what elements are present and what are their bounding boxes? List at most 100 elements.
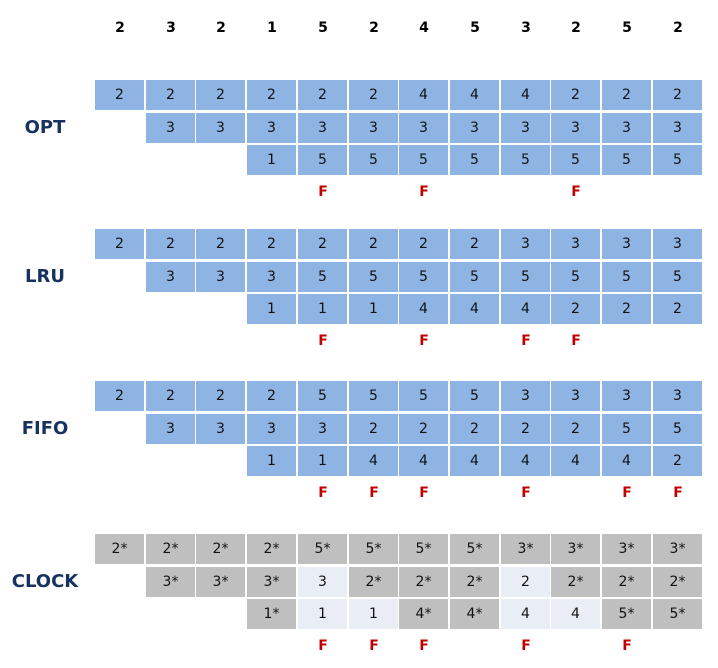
page-fault-marker: F: [521, 638, 531, 654]
frame-cell: 2: [602, 294, 651, 324]
frame-cell: 3: [653, 381, 702, 411]
frame-cell: 3: [298, 414, 347, 444]
frame-cell: 5: [551, 145, 600, 175]
page-fault-marker: F: [318, 184, 328, 200]
frame-cell: 5: [602, 262, 651, 292]
frame-cell: 4: [551, 599, 600, 629]
reference-page: 2: [216, 20, 226, 36]
frame-cell: 2: [551, 414, 600, 444]
frame-cell: 4: [501, 80, 550, 110]
frame-cell: 3: [247, 414, 296, 444]
frame-cell: 1: [298, 599, 347, 629]
frame-cell: 3: [551, 381, 600, 411]
frame-cell: 5: [399, 381, 448, 411]
frame-cell: 3: [501, 229, 550, 259]
frame-cell: 5: [602, 145, 651, 175]
reference-page: 5: [318, 20, 328, 36]
frame-cell: 2*: [349, 567, 398, 597]
frame-cell: 5*: [602, 599, 651, 629]
frame-cell: 3*: [247, 567, 296, 597]
frame-cell: 4: [501, 599, 550, 629]
reference-page: 4: [419, 20, 429, 36]
frame-cell: 4: [399, 446, 448, 476]
frame-cell: 1*: [247, 599, 296, 629]
frame-cell: 3*: [196, 567, 245, 597]
frame-cell: 3: [196, 414, 245, 444]
frame-cell: 1: [247, 145, 296, 175]
frame-cell: 1: [349, 599, 398, 629]
algorithm-label: CLOCK: [11, 570, 79, 592]
page-fault-marker: F: [369, 638, 379, 654]
frame-cell: 3: [146, 262, 195, 292]
frame-cell: 3: [146, 414, 195, 444]
frame-cell: 1: [298, 446, 347, 476]
page-fault-marker: F: [419, 638, 429, 654]
frame-cell: 3: [653, 113, 702, 143]
frame-cell: 4: [399, 80, 448, 110]
frame-cell: 4*: [399, 599, 448, 629]
frame-cell: 2: [501, 414, 550, 444]
frame-cell: 5: [298, 381, 347, 411]
frame-cell: 2: [146, 229, 195, 259]
frame-cell: 3: [501, 381, 550, 411]
frame-cell: 4: [349, 446, 398, 476]
frame-cell: 3: [602, 229, 651, 259]
frame-cell: 3: [349, 113, 398, 143]
frame-cell: 4: [450, 80, 499, 110]
frame-cell: 5*: [653, 599, 702, 629]
page-fault-marker: F: [318, 638, 328, 654]
frame-cell: 5: [653, 262, 702, 292]
frame-cell: 3: [247, 113, 296, 143]
frame-cell: 2*: [653, 567, 702, 597]
frame-cell: 4: [501, 294, 550, 324]
reference-page: 2: [571, 20, 581, 36]
frame-cell: 2: [653, 294, 702, 324]
frame-cell: 2: [146, 80, 195, 110]
reference-page: 2: [673, 20, 683, 36]
frame-cell: 2*: [146, 534, 195, 564]
frame-cell: 2: [653, 446, 702, 476]
frame-cell: 2: [146, 381, 195, 411]
frame-cell: 5: [298, 262, 347, 292]
frame-cell: 3*: [653, 534, 702, 564]
frame-cell: 2: [501, 567, 550, 597]
frame-cell: 5: [551, 262, 600, 292]
page-fault-marker: F: [571, 184, 581, 200]
reference-page: 2: [115, 20, 125, 36]
frame-cell: 2: [298, 229, 347, 259]
frame-cell: 3: [247, 262, 296, 292]
frame-cell: 2*: [450, 567, 499, 597]
frame-cell: 3: [501, 113, 550, 143]
frame-cell: 4: [450, 446, 499, 476]
frame-cell: 3: [298, 567, 347, 597]
frame-cell: 2: [247, 80, 296, 110]
frame-cell: 4: [602, 446, 651, 476]
frame-cell: 3: [399, 113, 448, 143]
frame-cell: 3: [146, 113, 195, 143]
frame-cell: 2: [602, 80, 651, 110]
frame-cell: 5: [602, 414, 651, 444]
page-fault-marker: F: [521, 333, 531, 349]
page-fault-marker: F: [419, 333, 429, 349]
frame-cell: 2*: [95, 534, 144, 564]
frame-cell: 5*: [349, 534, 398, 564]
frame-cell: 2*: [399, 567, 448, 597]
frame-cell: 1: [247, 446, 296, 476]
frame-cell: 3*: [551, 534, 600, 564]
frame-cell: 2: [349, 229, 398, 259]
frame-cell: 2: [95, 229, 144, 259]
frame-cell: 2*: [602, 567, 651, 597]
frame-cell: 4: [399, 294, 448, 324]
algorithm-label: LRU: [25, 265, 65, 287]
frame-cell: 1: [349, 294, 398, 324]
frame-cell: 3: [196, 262, 245, 292]
frame-cell: 3*: [501, 534, 550, 564]
frame-cell: 2: [95, 80, 144, 110]
page-fault-marker: F: [571, 333, 581, 349]
frame-cell: 3*: [146, 567, 195, 597]
page-fault-marker: F: [318, 333, 328, 349]
frame-cell: 3: [653, 229, 702, 259]
frame-cell: 4: [501, 446, 550, 476]
frame-cell: 5: [450, 262, 499, 292]
frame-cell: 3*: [602, 534, 651, 564]
